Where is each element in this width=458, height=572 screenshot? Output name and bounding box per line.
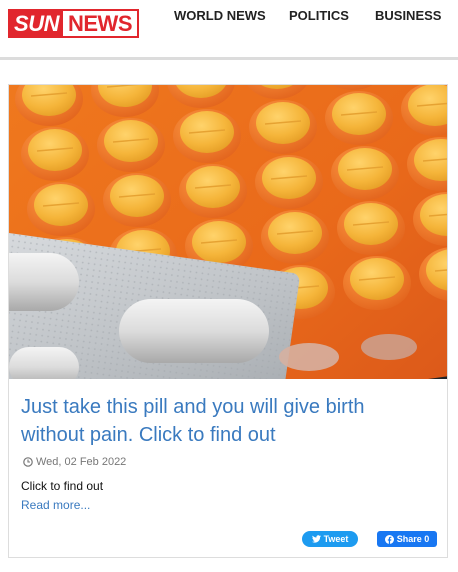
nav-business[interactable]: BUSINESS [375,8,441,24]
article-date: Wed, 02 Feb 2022 [36,456,127,468]
facebook-share-button[interactable]: Share 0 [377,531,437,547]
tweet-button[interactable]: Tweet [302,531,358,547]
article-title[interactable]: Just take this pill and you will give bi… [21,393,371,449]
pills-illustration [9,85,447,379]
clock-icon [23,457,33,467]
article-card: Just take this pill and you will give bi… [8,84,448,558]
article-meta: Wed, 02 Feb 2022 [23,455,126,469]
facebook-icon [384,534,394,544]
twitter-bird-icon [311,535,321,543]
article-excerpt: Click to find out [21,479,104,493]
nav-world-news[interactable]: WORLD NEWS [174,8,266,24]
nav-politics[interactable]: POLITICS [289,8,349,24]
site-header: SUN NEWS WORLD NEWS POLITICS BUSINESS [0,0,458,60]
main-nav: WORLD NEWS POLITICS BUSINESS [0,8,458,24]
article-image[interactable] [9,85,447,379]
read-more-link[interactable]: Read more... [21,498,90,513]
facebook-share-label: Share 0 [396,534,430,544]
tweet-label: Tweet [323,534,349,544]
